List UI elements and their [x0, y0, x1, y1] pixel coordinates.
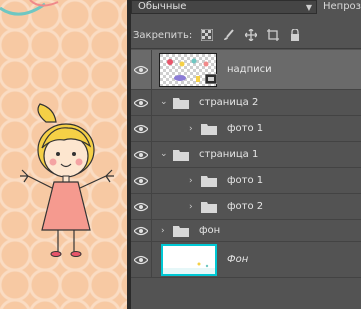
folder-icon: [173, 150, 189, 161]
chevron-right-icon[interactable]: ›: [189, 124, 193, 134]
lock-position-move-icon[interactable]: [244, 28, 258, 42]
chevron-right-icon[interactable]: ›: [189, 176, 193, 186]
row-separator: [151, 194, 152, 219]
lock-transparent-pixels-icon[interactable]: [200, 28, 214, 42]
layer-name: фото 1: [227, 123, 264, 134]
panel-divider: [131, 48, 361, 49]
layer-group-row[interactable]: › фото 1: [131, 168, 361, 194]
folder-icon: [173, 98, 189, 109]
chevron-right-icon[interactable]: ›: [161, 226, 165, 236]
row-separator: [151, 168, 152, 193]
lock-all-padlock-icon[interactable]: [288, 28, 302, 42]
lock-label: Закрепить:: [133, 29, 193, 41]
layer-group-row[interactable]: ⌄ страница 1: [131, 142, 361, 168]
opacity-label: Непрозр: [323, 1, 361, 12]
layer-row[interactable]: Фон: [131, 242, 361, 278]
layers-panel: Обычные ▼ Непрозр Закрепить:: [131, 0, 361, 309]
layer-group-row[interactable]: › фото 2: [131, 194, 361, 220]
lock-artboard-crop-icon[interactable]: [266, 28, 280, 42]
eye-visibility-icon[interactable]: [134, 202, 148, 212]
eye-visibility-icon[interactable]: [134, 150, 148, 160]
eye-visibility-icon[interactable]: [134, 124, 148, 134]
eye-visibility-icon[interactable]: [134, 65, 148, 75]
row-separator: [151, 220, 152, 241]
row-separator: [151, 50, 152, 89]
lock-bar: Закрепить:: [131, 25, 361, 45]
layer-name: Фон: [227, 254, 249, 265]
smart-object-badge-icon: [205, 74, 217, 84]
eye-visibility-icon[interactable]: [134, 98, 148, 108]
chevron-right-icon[interactable]: ›: [189, 202, 193, 212]
eye-visibility-icon[interactable]: [134, 176, 148, 186]
blend-mode-value: Обычные: [138, 1, 187, 12]
layer-name: страница 1: [199, 149, 259, 160]
row-separator: [151, 116, 152, 141]
chevron-down-icon[interactable]: ⌄: [160, 97, 168, 107]
layer-group-row[interactable]: › фон: [131, 220, 361, 242]
row-separator: [151, 90, 152, 115]
eye-visibility-icon[interactable]: [134, 255, 148, 265]
layer-thumbnail: [161, 244, 217, 276]
blend-mode-select[interactable]: Обычные ▼: [131, 0, 317, 14]
folder-icon: [173, 226, 189, 237]
panel-top-bar: Обычные ▼ Непрозр: [131, 0, 361, 16]
folder-icon: [201, 124, 217, 135]
folder-icon: [201, 202, 217, 213]
eye-visibility-icon[interactable]: [134, 226, 148, 236]
chevron-down-icon[interactable]: ⌄: [160, 149, 168, 159]
layer-row[interactable]: надписи: [131, 50, 361, 90]
document-canvas[interactable]: [0, 0, 127, 309]
layer-group-row[interactable]: ⌄ страница 2: [131, 90, 361, 116]
layer-name: надписи: [227, 64, 272, 75]
lock-image-pixels-brush-icon[interactable]: [222, 28, 236, 42]
row-separator: [151, 142, 152, 167]
layer-name: фото 1: [227, 175, 264, 186]
layer-name: страница 2: [199, 97, 259, 108]
layer-name: фото 2: [227, 201, 264, 212]
girl-illustration: [20, 103, 114, 257]
chevron-down-icon: ▼: [305, 3, 312, 12]
layer-name: фон: [199, 225, 221, 236]
layer-group-row[interactable]: › фото 1: [131, 116, 361, 142]
folder-icon: [201, 176, 217, 187]
decorative-swirl: [0, 0, 59, 16]
row-separator: [151, 242, 152, 277]
